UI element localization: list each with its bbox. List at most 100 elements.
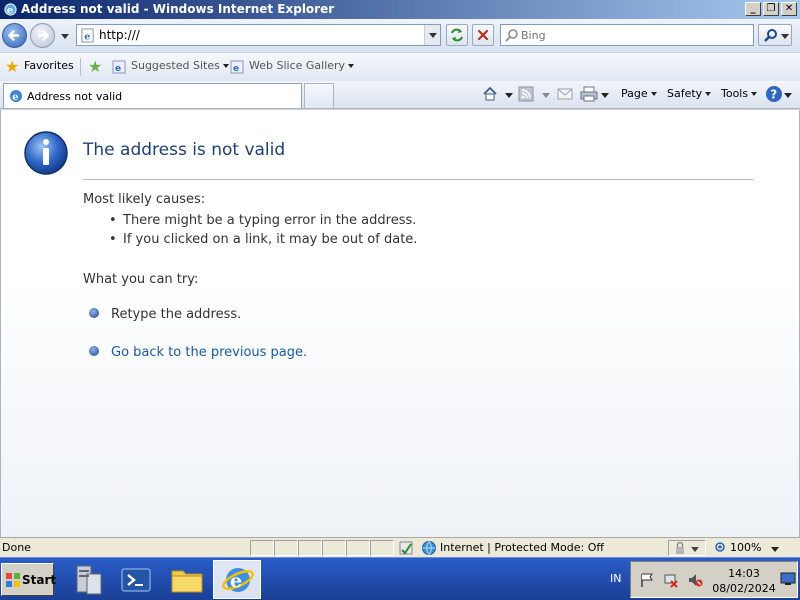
command-bar: e Address not valid Page Safety Tools ? bbox=[0, 81, 800, 109]
stop-button[interactable] bbox=[472, 24, 494, 46]
chevron-down-icon bbox=[751, 92, 758, 96]
network-error-icon[interactable] bbox=[663, 572, 679, 588]
status-cell bbox=[322, 540, 346, 556]
add-to-favorites-icon[interactable]: ★ bbox=[88, 59, 102, 75]
close-button[interactable]: ✕ bbox=[781, 2, 797, 16]
clock[interactable]: 14:03 08/02/2024 bbox=[709, 566, 779, 596]
tools-menu[interactable]: Tools bbox=[721, 87, 758, 100]
protected-mode-cell[interactable] bbox=[668, 540, 706, 556]
safety-menu[interactable]: Safety bbox=[667, 87, 712, 100]
retype-suggestion: Retype the address. bbox=[111, 307, 242, 322]
chevron-down-icon bbox=[429, 33, 437, 38]
address-input[interactable] bbox=[99, 27, 419, 43]
svg-text:?: ? bbox=[770, 88, 777, 102]
lock-icon bbox=[676, 541, 684, 554]
input-language[interactable]: IN bbox=[610, 572, 621, 585]
blue-bullet-icon bbox=[89, 308, 99, 318]
minimize-button[interactable]: _ bbox=[745, 2, 761, 16]
rss-feeds-icon[interactable] bbox=[518, 86, 534, 102]
security-status-icon[interactable] bbox=[398, 540, 414, 556]
page-menu-label: Page bbox=[621, 87, 648, 100]
favorites-star-icon: ★ bbox=[5, 57, 20, 76]
search-icon bbox=[505, 29, 518, 42]
arrow-right-icon bbox=[37, 30, 50, 41]
taskbar-ie-active[interactable]: e bbox=[213, 560, 261, 599]
server-manager-icon[interactable] bbox=[69, 562, 105, 598]
status-bar: Done Internet | Protected Mode: Off 100% bbox=[0, 537, 800, 557]
new-tab-button[interactable] bbox=[304, 83, 334, 108]
search-box[interactable] bbox=[500, 24, 754, 46]
address-dropdown-button[interactable] bbox=[424, 25, 440, 45]
page-heading: The address is not valid bbox=[83, 140, 286, 160]
recent-pages-dropdown-icon[interactable] bbox=[61, 34, 69, 39]
suggested-sites-label: Suggested Sites bbox=[131, 59, 220, 72]
restore-button[interactable]: ❐ bbox=[763, 2, 779, 16]
page-menu[interactable]: Page bbox=[621, 87, 657, 100]
internet-globe-icon bbox=[422, 541, 436, 555]
chevron-down-icon bbox=[650, 92, 657, 96]
home-icon[interactable] bbox=[481, 85, 499, 103]
magnifier-icon bbox=[764, 29, 777, 42]
cause-item: There might be a typing error in the add… bbox=[123, 213, 417, 228]
print-dropdown-icon[interactable] bbox=[601, 93, 609, 98]
svg-text:e: e bbox=[233, 64, 239, 74]
status-cell bbox=[370, 540, 394, 556]
bullet-dot: • bbox=[109, 213, 117, 228]
refresh-button[interactable] bbox=[446, 24, 468, 46]
zoom-level[interactable]: 100% bbox=[730, 541, 761, 554]
start-button[interactable]: Start bbox=[1, 563, 57, 596]
suggested-sites-link[interactable]: Suggested Sites bbox=[131, 59, 229, 72]
back-button[interactable] bbox=[2, 23, 27, 48]
help-icon[interactable]: ? bbox=[765, 85, 783, 103]
bullet-dot: • bbox=[109, 232, 117, 247]
clock-time: 14:03 bbox=[728, 567, 760, 580]
favorites-bar: ★ Favorites ★ e Suggested Sites e Web Sl… bbox=[0, 52, 800, 81]
svg-text:e: e bbox=[7, 4, 14, 16]
web-slice-gallery-label: Web Slice Gallery bbox=[249, 59, 346, 72]
home-dropdown-icon[interactable] bbox=[505, 93, 513, 98]
safety-menu-label: Safety bbox=[667, 87, 703, 100]
security-zone-text[interactable]: Internet | Protected Mode: Off bbox=[440, 541, 604, 554]
title-bar[interactable]: e Address not valid - Windows Internet E… bbox=[0, 0, 800, 19]
web-slice-gallery-link[interactable]: Web Slice Gallery bbox=[249, 59, 355, 72]
ie-tab-icon: e bbox=[10, 90, 22, 103]
system-tray: 14:03 08/02/2024 bbox=[630, 561, 798, 598]
volume-muted-icon[interactable] bbox=[687, 572, 703, 588]
svg-text:e: e bbox=[230, 570, 242, 592]
chevron-down-icon bbox=[348, 64, 355, 68]
separator bbox=[80, 58, 81, 76]
ie-icon: e bbox=[4, 3, 17, 16]
status-cell bbox=[346, 540, 370, 556]
tab-label: Address not valid bbox=[27, 90, 123, 103]
svg-text:e: e bbox=[115, 64, 121, 74]
windows-logo-icon bbox=[6, 573, 20, 587]
zoom-icon[interactable] bbox=[713, 541, 727, 555]
chevron-down-icon bbox=[691, 547, 699, 552]
show-desktop-icon[interactable] bbox=[780, 572, 796, 586]
action-center-flag-icon[interactable] bbox=[639, 572, 655, 588]
go-back-link[interactable]: Go back to the previous page. bbox=[111, 345, 307, 360]
refresh-icon bbox=[451, 28, 463, 42]
feeds-dropdown-icon[interactable] bbox=[542, 93, 550, 98]
web-slice-icon: e bbox=[230, 60, 244, 74]
status-cell bbox=[274, 540, 298, 556]
svg-text:e: e bbox=[84, 31, 90, 42]
taskbar: Start e IN 14:03 08/02/2024 bbox=[0, 557, 800, 600]
powershell-icon[interactable] bbox=[118, 562, 154, 598]
cause-item: If you clicked on a link, it may be out … bbox=[123, 232, 418, 247]
search-input[interactable] bbox=[521, 27, 749, 43]
zoom-dropdown-icon[interactable] bbox=[771, 547, 779, 552]
help-dropdown-icon[interactable] bbox=[784, 93, 792, 98]
tab-address-not-valid[interactable]: e Address not valid bbox=[3, 83, 302, 108]
forward-button[interactable] bbox=[30, 23, 55, 48]
status-cell bbox=[298, 540, 322, 556]
start-label: Start bbox=[22, 573, 57, 587]
favorites-button[interactable]: Favorites bbox=[24, 59, 74, 72]
info-icon bbox=[24, 131, 68, 175]
address-bar[interactable]: e bbox=[76, 24, 441, 46]
mail-icon[interactable] bbox=[557, 86, 573, 102]
file-explorer-icon[interactable] bbox=[169, 562, 205, 598]
search-button[interactable] bbox=[758, 24, 792, 46]
try-title: What you can try: bbox=[83, 272, 199, 287]
print-icon[interactable] bbox=[580, 86, 598, 102]
